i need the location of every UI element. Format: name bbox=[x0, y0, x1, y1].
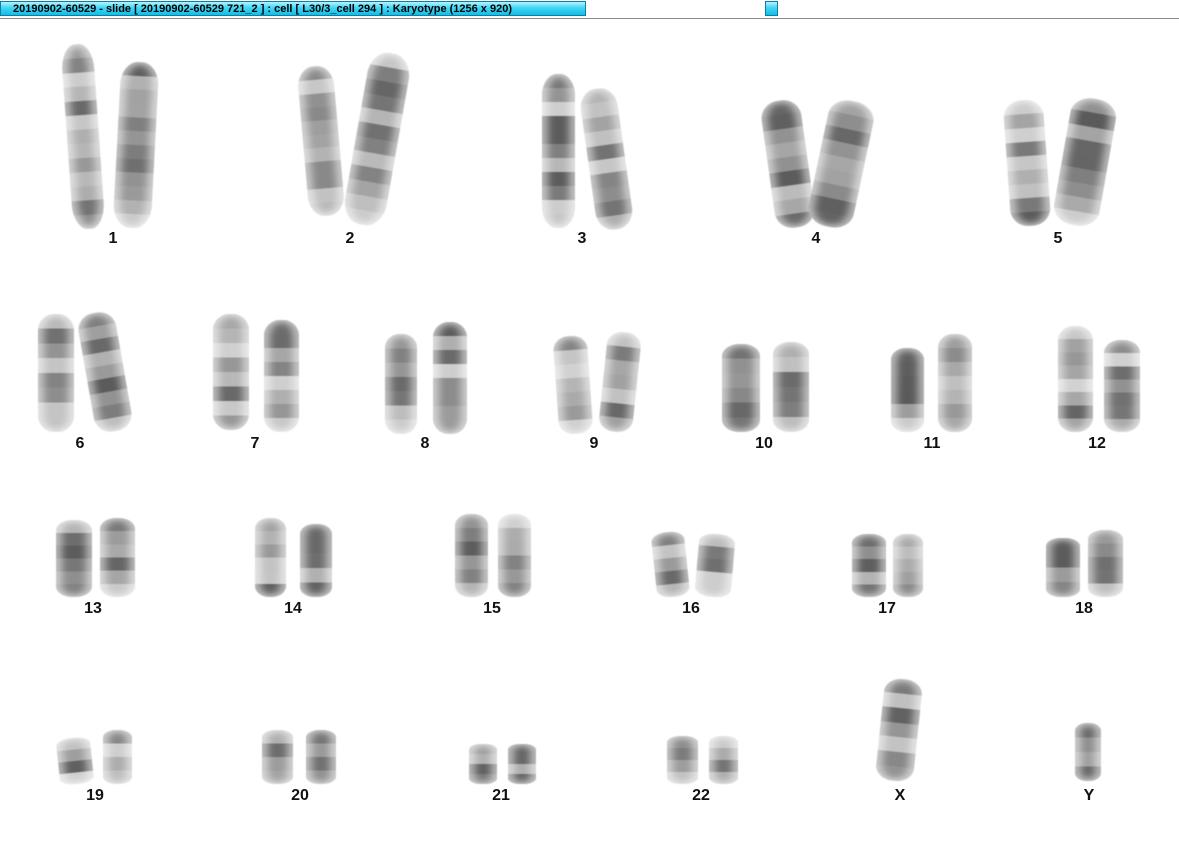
chromosome-label: 15 bbox=[483, 600, 501, 617]
chromosome-y[interactable] bbox=[1075, 723, 1101, 781]
chromosome-17-b[interactable] bbox=[893, 534, 923, 597]
chromosome-7-b[interactable] bbox=[264, 320, 299, 432]
chromosome-label: 2 bbox=[345, 230, 355, 247]
chromosome-label: 20 bbox=[291, 787, 309, 804]
chromosome-label: 8 bbox=[420, 435, 430, 452]
chromosome-label: 16 bbox=[682, 600, 700, 617]
chromosome-6-b[interactable] bbox=[75, 309, 135, 435]
chromosome-label: 5 bbox=[1053, 230, 1063, 247]
chromosome-label: 19 bbox=[86, 787, 104, 804]
chromosome-label: 1 bbox=[108, 230, 118, 247]
chromosome-11-b[interactable] bbox=[938, 334, 972, 432]
chromosome-12-b[interactable] bbox=[1104, 340, 1140, 432]
chromosome-6-a[interactable] bbox=[38, 314, 74, 432]
chromosome-3-b[interactable] bbox=[578, 86, 635, 232]
chromosome-19-a[interactable] bbox=[55, 736, 95, 786]
chromosome-22-b[interactable] bbox=[709, 736, 738, 784]
karyotype-panel: 1 2 3 4 5 6 7 8 9 10 11 12 13 14 15 16 17 18 19 20 21 22 X Y bbox=[0, 18, 1179, 868]
chromosome-1-b[interactable] bbox=[112, 61, 160, 229]
chromosome-11-a[interactable] bbox=[891, 348, 924, 432]
scroll-thumb[interactable] bbox=[765, 1, 778, 16]
chromosome-15-a[interactable] bbox=[455, 514, 488, 597]
title-bar: 20190902-60529 - slide [ 20190902-60529 … bbox=[0, 1, 586, 16]
chromosome-label: 6 bbox=[75, 435, 85, 452]
chromosome-label: 17 bbox=[878, 600, 896, 617]
chromosome-20-a[interactable] bbox=[262, 730, 293, 784]
chromosome-label: 14 bbox=[284, 600, 302, 617]
chromosome-2-a[interactable] bbox=[296, 64, 346, 218]
top-bar: 20190902-60529 - slide [ 20190902-60529 … bbox=[0, 0, 1179, 19]
chromosome-10-b[interactable] bbox=[773, 342, 809, 432]
chromosome-label: 3 bbox=[577, 230, 587, 247]
chromosome-label: 11 bbox=[923, 435, 941, 452]
chromosome-1-a[interactable] bbox=[60, 43, 106, 230]
chromosome-14-a[interactable] bbox=[255, 518, 286, 597]
chromosome-8-b[interactable] bbox=[433, 322, 467, 434]
chromosome-21-b[interactable] bbox=[508, 744, 536, 784]
chromosome-10-a[interactable] bbox=[722, 344, 760, 432]
chromosome-14-b[interactable] bbox=[300, 524, 332, 597]
chromosome-x[interactable] bbox=[874, 677, 924, 783]
chromosome-13-a[interactable] bbox=[56, 520, 92, 597]
chromosome-3-a[interactable] bbox=[542, 74, 575, 228]
chromosome-20-b[interactable] bbox=[306, 730, 336, 784]
chromosome-16-b[interactable] bbox=[694, 532, 736, 599]
chromosome-label: 10 bbox=[755, 435, 773, 452]
chromosome-5-b[interactable] bbox=[1051, 94, 1119, 230]
chromosome-label: 4 bbox=[811, 230, 821, 247]
chromosome-19-b[interactable] bbox=[103, 730, 132, 784]
chromosome-label: 13 bbox=[84, 600, 102, 617]
chromosome-5-a[interactable] bbox=[1002, 98, 1052, 228]
chromosome-16-a[interactable] bbox=[650, 530, 691, 599]
chromosome-9-a[interactable] bbox=[552, 334, 594, 436]
chromosome-17-a[interactable] bbox=[852, 534, 886, 597]
chromosome-label: 21 bbox=[492, 787, 510, 804]
chromosome-label: 22 bbox=[692, 787, 710, 804]
chromosome-13-b[interactable] bbox=[100, 518, 135, 597]
chromosome-18-b[interactable] bbox=[1088, 530, 1123, 597]
chromosome-9-b[interactable] bbox=[597, 330, 643, 434]
chromosome-15-b[interactable] bbox=[498, 514, 531, 597]
chromosome-label: 7 bbox=[250, 435, 260, 452]
chromosome-label: 18 bbox=[1075, 600, 1093, 617]
chromosome-12-a[interactable] bbox=[1058, 326, 1093, 432]
chromosome-label: X bbox=[894, 787, 906, 804]
chromosome-label: Y bbox=[1083, 787, 1095, 804]
chromosome-22-a[interactable] bbox=[667, 736, 698, 784]
chromosome-18-a[interactable] bbox=[1046, 538, 1080, 597]
chromosome-21-a[interactable] bbox=[469, 744, 497, 784]
chromosome-4-b[interactable] bbox=[805, 96, 877, 232]
chromosome-8-a[interactable] bbox=[385, 334, 417, 434]
window-title: 20190902-60529 - slide [ 20190902-60529 … bbox=[13, 3, 512, 15]
chromosome-label: 9 bbox=[589, 435, 599, 452]
chromosome-2-b[interactable] bbox=[341, 49, 413, 229]
chromosome-7-a[interactable] bbox=[213, 314, 249, 430]
chromosome-label: 12 bbox=[1088, 435, 1106, 452]
